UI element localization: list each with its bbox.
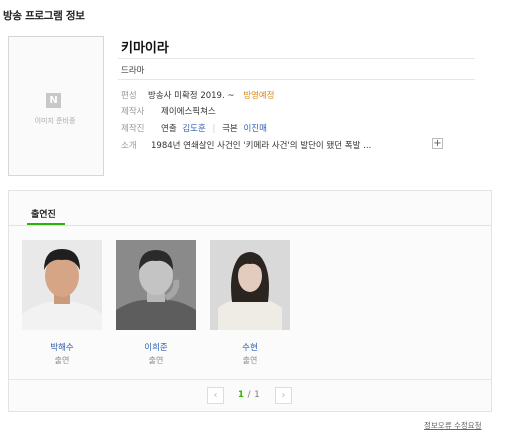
- divider: [9, 379, 491, 380]
- broadcast-value: 방송사 미확정 2019. ~: [148, 91, 235, 101]
- total-pages: 1: [254, 390, 260, 400]
- current-page: 1: [238, 390, 244, 400]
- synopsis-more-button[interactable]: +: [432, 138, 443, 149]
- program-title: 키마이라: [121, 41, 169, 56]
- crew-label: 제작진: [121, 124, 145, 134]
- broadcast-status: 방영예정: [243, 91, 275, 101]
- crew-info: 연출 김도훈 | 극본 이진매: [161, 122, 267, 134]
- cast-photo-soohyun[interactable]: [210, 240, 290, 330]
- cast-role: 출연: [148, 356, 164, 365]
- cast-name-link[interactable]: 이희준: [116, 341, 196, 353]
- page-separator: /: [247, 390, 251, 400]
- director-link[interactable]: 김도훈: [182, 124, 205, 134]
- broadcast-label: 편성: [121, 91, 137, 101]
- divider: [118, 79, 475, 80]
- page-title: 방송 프로그램 정보: [3, 10, 85, 22]
- report-error-link[interactable]: 정보오류 수정요청: [424, 420, 482, 431]
- poster-placeholder-text: 이미지 준비중: [34, 117, 76, 125]
- synopsis-label: 소개: [121, 141, 137, 151]
- broadcast-info: 방송사 미확정 2019. ~ 방영예정: [148, 89, 274, 101]
- cast-role: 출연: [242, 356, 258, 365]
- separator: |: [212, 124, 216, 134]
- cast-photo-lee-heejun[interactable]: [116, 240, 196, 330]
- producer-value: 제이에스픽쳐스: [161, 107, 216, 117]
- tab-cast[interactable]: 출연진: [31, 207, 56, 220]
- program-genre: 드라마: [121, 66, 145, 76]
- page-indicator: 1 / 1: [238, 390, 260, 400]
- chevron-left-icon[interactable]: ‹: [207, 387, 224, 404]
- writer-label: 극본: [222, 124, 238, 134]
- chevron-right-icon[interactable]: ›: [275, 387, 292, 404]
- divider: [9, 225, 491, 226]
- writer-link[interactable]: 이진매: [243, 124, 266, 134]
- naver-logo-icon: N: [46, 93, 61, 108]
- cast-role: 출연: [54, 356, 70, 365]
- cast-photo-park-haesoo[interactable]: [22, 240, 102, 330]
- director-label: 연출: [161, 124, 177, 134]
- producer-label: 제작사: [121, 107, 145, 117]
- divider: [118, 58, 475, 59]
- synopsis-text: 1984년 연쇄살인 사건인 '키메라 사건'의 발단이 됐던 폭발 ...: [151, 141, 372, 151]
- cast-name-link[interactable]: 박해수: [22, 341, 102, 353]
- cast-name-link[interactable]: 수현: [210, 341, 290, 353]
